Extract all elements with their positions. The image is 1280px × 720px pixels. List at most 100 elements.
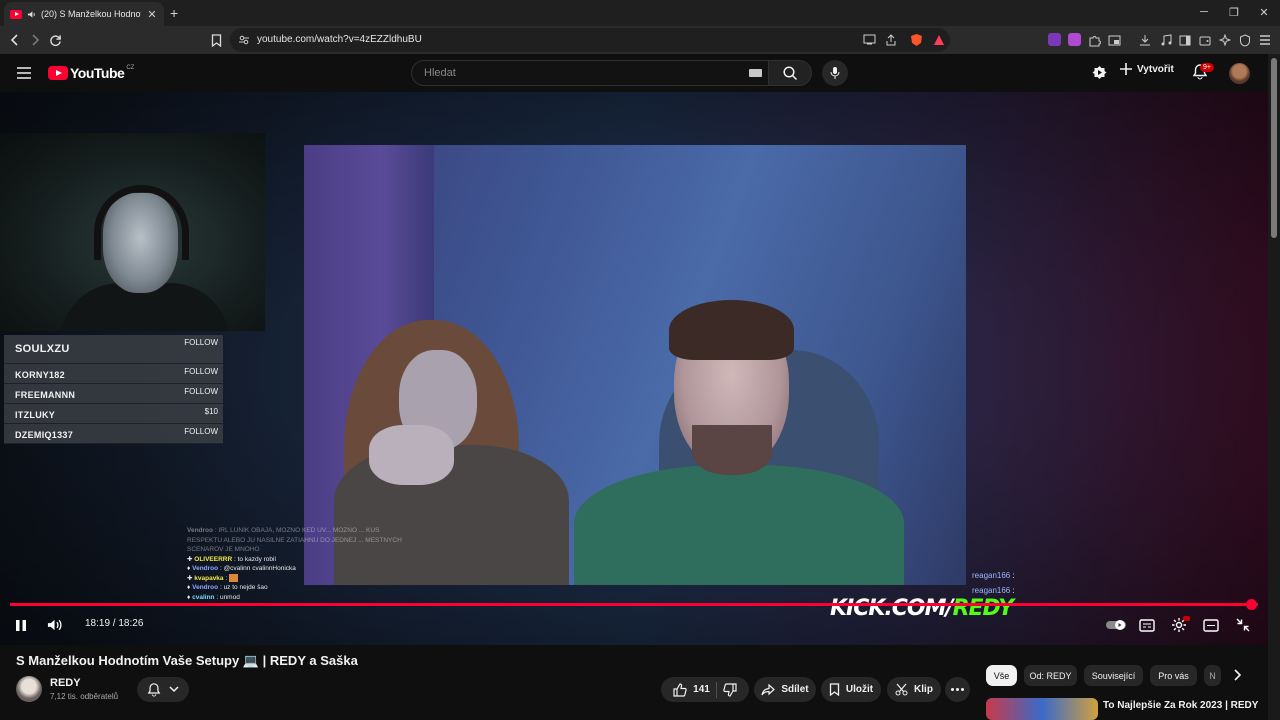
maximize-icon[interactable]: ❐ — [1227, 6, 1241, 19]
youtube-header: YouTube CZ Hledat Vytvořit — [0, 54, 1280, 92]
leo-ai-icon[interactable] — [1216, 31, 1234, 49]
pause-button[interactable] — [13, 617, 29, 633]
autoplay-toggle[interactable] — [1105, 617, 1127, 633]
chip-for-you[interactable]: Pro vás — [1150, 665, 1197, 686]
country-code: CZ — [126, 65, 135, 71]
volume-icon — [47, 619, 62, 631]
clip-label: Klip — [914, 684, 933, 695]
extension-shield-icon[interactable] — [1068, 33, 1081, 46]
recommended-video-thumbnail[interactable] — [986, 698, 1098, 720]
chat-line: ✚ kvapavka : — [187, 573, 487, 584]
vpn-shield-icon[interactable] — [1236, 31, 1254, 49]
stream-chat-overlay-right: reagan166 : reagan166 : — [972, 568, 1015, 598]
bookmark-icon[interactable] — [207, 31, 225, 49]
keyboard-icon[interactable] — [749, 69, 762, 77]
chat-line: Vendroo : IRL LUNIK OBAJA, MOZNO KED UV.… — [187, 527, 380, 534]
url-text: youtube.com/watch?v=4zEZZldhuBU — [257, 34, 422, 45]
like-icon[interactable] — [673, 682, 687, 697]
tab-close-icon[interactable]: ✕ — [146, 8, 158, 21]
time-display: 18:19 / 18:26 — [85, 618, 144, 629]
channel-name[interactable]: REDY — [50, 677, 81, 689]
guide-menu-icon[interactable] — [17, 67, 31, 79]
youtube-play-icon — [48, 66, 68, 80]
page-scrollbar-thumb[interactable] — [1271, 58, 1277, 238]
chip-truncated[interactable]: N — [1204, 665, 1221, 686]
progress-bar[interactable] — [10, 599, 1258, 610]
chip-related[interactable]: Související — [1084, 665, 1143, 686]
chat-line: ✚ OLIVEERRR : to kazdy robil — [187, 555, 276, 563]
chevron-down-icon — [169, 686, 179, 693]
account-avatar[interactable] — [1229, 63, 1250, 84]
search-button[interactable] — [768, 60, 812, 86]
extensions-puzzle-icon[interactable] — [1085, 31, 1103, 49]
address-bar[interactable]: youtube.com/watch?v=4zEZZldhuBU — [230, 28, 950, 52]
browser-menu-icon[interactable] — [1256, 31, 1274, 49]
pause-icon — [16, 619, 26, 631]
create-button[interactable]: Vytvořit — [1120, 63, 1174, 75]
sidebar-icon[interactable] — [1176, 31, 1194, 49]
downloads-icon[interactable] — [1136, 31, 1154, 49]
tab-title: (20) S Manželkou Hodnotím V — [41, 9, 141, 19]
more-actions-button[interactable] — [945, 677, 970, 702]
brave-shield-icon[interactable] — [910, 33, 923, 47]
close-window-icon[interactable]: ✕ — [1257, 6, 1271, 19]
voice-search-button[interactable] — [822, 60, 848, 86]
stream-event-item: DZEMIQ1337 FOLLOW — [4, 424, 223, 444]
cast-icon[interactable] — [863, 34, 876, 45]
save-button[interactable]: Uložit — [821, 677, 881, 702]
stream-event-list: SOULXZU FOLLOW KORNY182 FOLLOW FREEMANNN FO… — [4, 335, 223, 444]
audio-playing-icon[interactable] — [27, 10, 36, 19]
subtitles-button[interactable] — [1139, 617, 1155, 633]
theater-mode-button[interactable] — [1203, 617, 1219, 633]
chip-all[interactable]: Vše — [986, 665, 1017, 686]
share-icon — [761, 683, 776, 695]
share-page-icon[interactable] — [885, 34, 897, 46]
search-input[interactable]: Hledat — [411, 60, 769, 86]
share-button[interactable]: Sdílet — [754, 677, 816, 702]
channel-avatar[interactable] — [16, 676, 42, 702]
chat-line: SCENAROV JE MNOHO — [187, 546, 260, 553]
scrubber-handle[interactable] — [1245, 599, 1257, 610]
streamer-webcam — [0, 133, 265, 331]
recommended-video-title[interactable]: To Najlepšie Za Rok 2023 | REDY — [1103, 699, 1263, 712]
chat-line: ♦ cvalinn : unmod — [187, 593, 240, 601]
headphones-shape — [94, 185, 189, 260]
create-label: Vytvořit — [1137, 63, 1174, 75]
clip-button[interactable]: Klip — [887, 677, 941, 702]
like-dislike-group: 141 — [661, 677, 749, 702]
chevron-right-icon[interactable] — [1230, 668, 1244, 682]
subscription-notifications-button[interactable] — [137, 677, 189, 702]
picture-in-picture-icon[interactable] — [1105, 31, 1123, 49]
media-music-icon[interactable] — [1157, 31, 1175, 49]
progress-fill — [10, 603, 1251, 606]
like-count: 141 — [693, 684, 710, 695]
chip-from-channel[interactable]: Od: REDY — [1024, 665, 1077, 686]
chat-emote — [228, 573, 238, 582]
minimize-icon[interactable]: ─ — [1197, 6, 1211, 18]
extension-purple-icon[interactable] — [1048, 33, 1061, 46]
site-info-icon[interactable] — [238, 34, 250, 46]
plus-icon — [1120, 63, 1132, 75]
fullscreen-exit-button[interactable] — [1235, 617, 1251, 633]
bookmark-save-icon — [829, 683, 840, 696]
forward-icon[interactable] — [26, 31, 44, 49]
search-placeholder: Hledat — [424, 67, 456, 79]
back-icon[interactable] — [6, 31, 24, 49]
microphone-icon — [830, 67, 840, 79]
browser-tab[interactable]: (20) S Manželkou Hodnotím V ✕ — [4, 2, 164, 26]
dislike-icon[interactable] — [723, 682, 737, 697]
divider — [715, 681, 717, 698]
logo-text: YouTube — [70, 65, 125, 81]
volume-button[interactable] — [47, 617, 63, 633]
subscriber-count: 7,12 tis. odběratelů — [50, 692, 119, 701]
more-horizontal-icon — [951, 688, 964, 691]
video-scene — [304, 145, 966, 585]
reload-icon[interactable] — [46, 31, 64, 49]
share-label: Sdílet — [781, 684, 809, 695]
wallet-icon[interactable] — [1196, 31, 1214, 49]
brave-rewards-icon[interactable] — [933, 34, 945, 46]
new-tab-icon[interactable]: + — [170, 5, 178, 21]
video-title: S Manželkou Hodnotím Vaše Setupy 💻 | RED… — [16, 653, 358, 668]
youtube-logo[interactable]: YouTube CZ — [48, 65, 134, 81]
studio-icon[interactable] — [1092, 65, 1107, 80]
